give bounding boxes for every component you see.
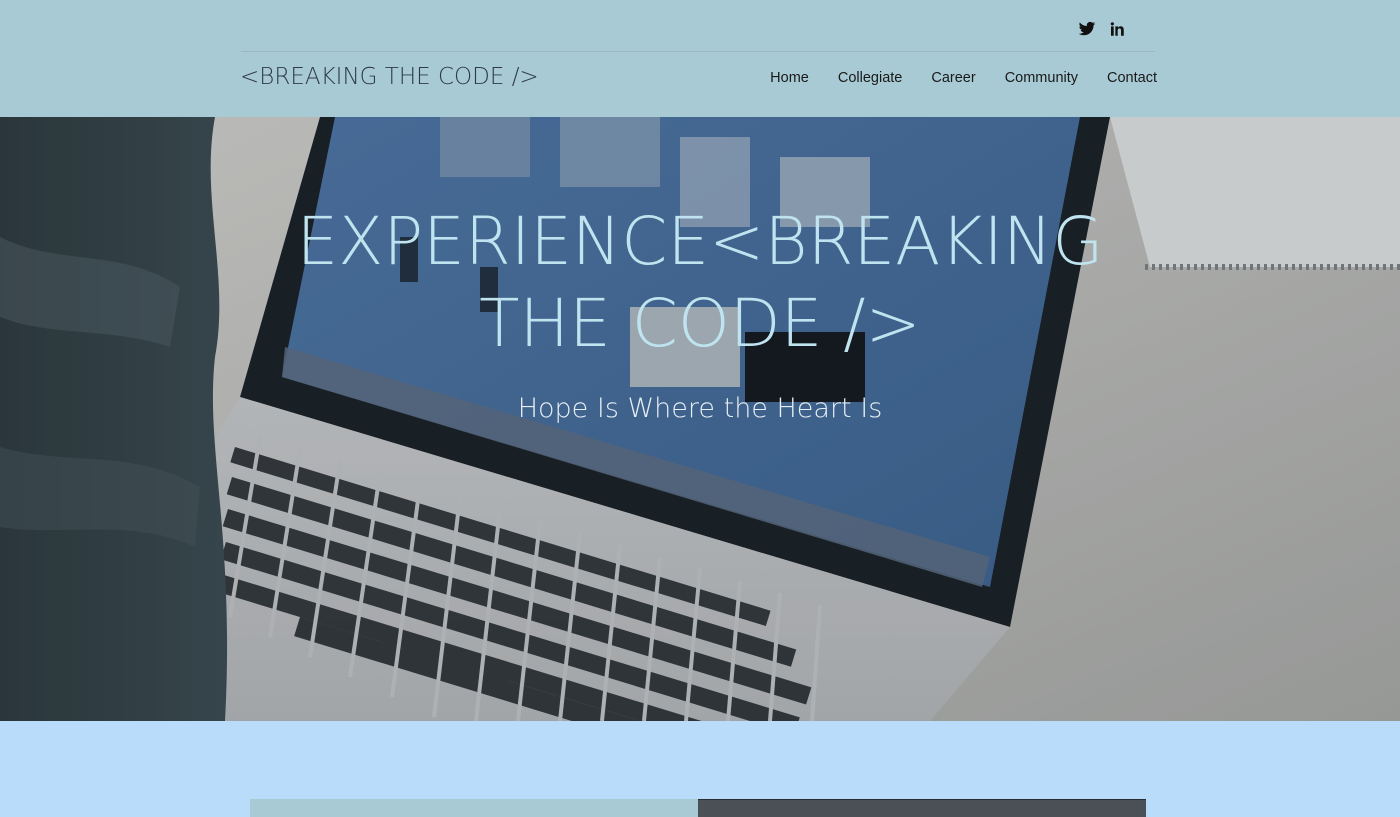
linkedin-icon[interactable] [1108, 20, 1126, 38]
hero-section: EXPERIENCE<BREAKING THE CODE /> Hope Is … [0, 117, 1400, 721]
hero-title-line-2: THE CODE /> [479, 285, 921, 362]
social-links [1078, 20, 1126, 38]
twitter-icon[interactable] [1078, 20, 1096, 38]
header-divider [241, 51, 1155, 52]
main-nav: Home Collegiate Career Community Contact [770, 70, 1157, 86]
nav-community[interactable]: Community [1005, 70, 1078, 86]
content-card-left [250, 799, 698, 817]
nav-contact[interactable]: Contact [1107, 70, 1157, 86]
hero-title: EXPERIENCE<BREAKING THE CODE /> [0, 201, 1400, 365]
nav-home[interactable]: Home [770, 70, 809, 86]
nav-career[interactable]: Career [931, 70, 975, 86]
hero-title-line-1: EXPERIENCE<BREAKING [296, 203, 1104, 280]
hero-subtitle: Hope Is Where the Heart Is [517, 393, 883, 424]
content-card-right-image [698, 799, 1146, 817]
site-logo[interactable]: <BREAKING THE CODE /> [240, 64, 539, 90]
nav-collegiate[interactable]: Collegiate [838, 70, 903, 86]
site-header: <BREAKING THE CODE /> Home Collegiate Ca… [0, 0, 1400, 117]
